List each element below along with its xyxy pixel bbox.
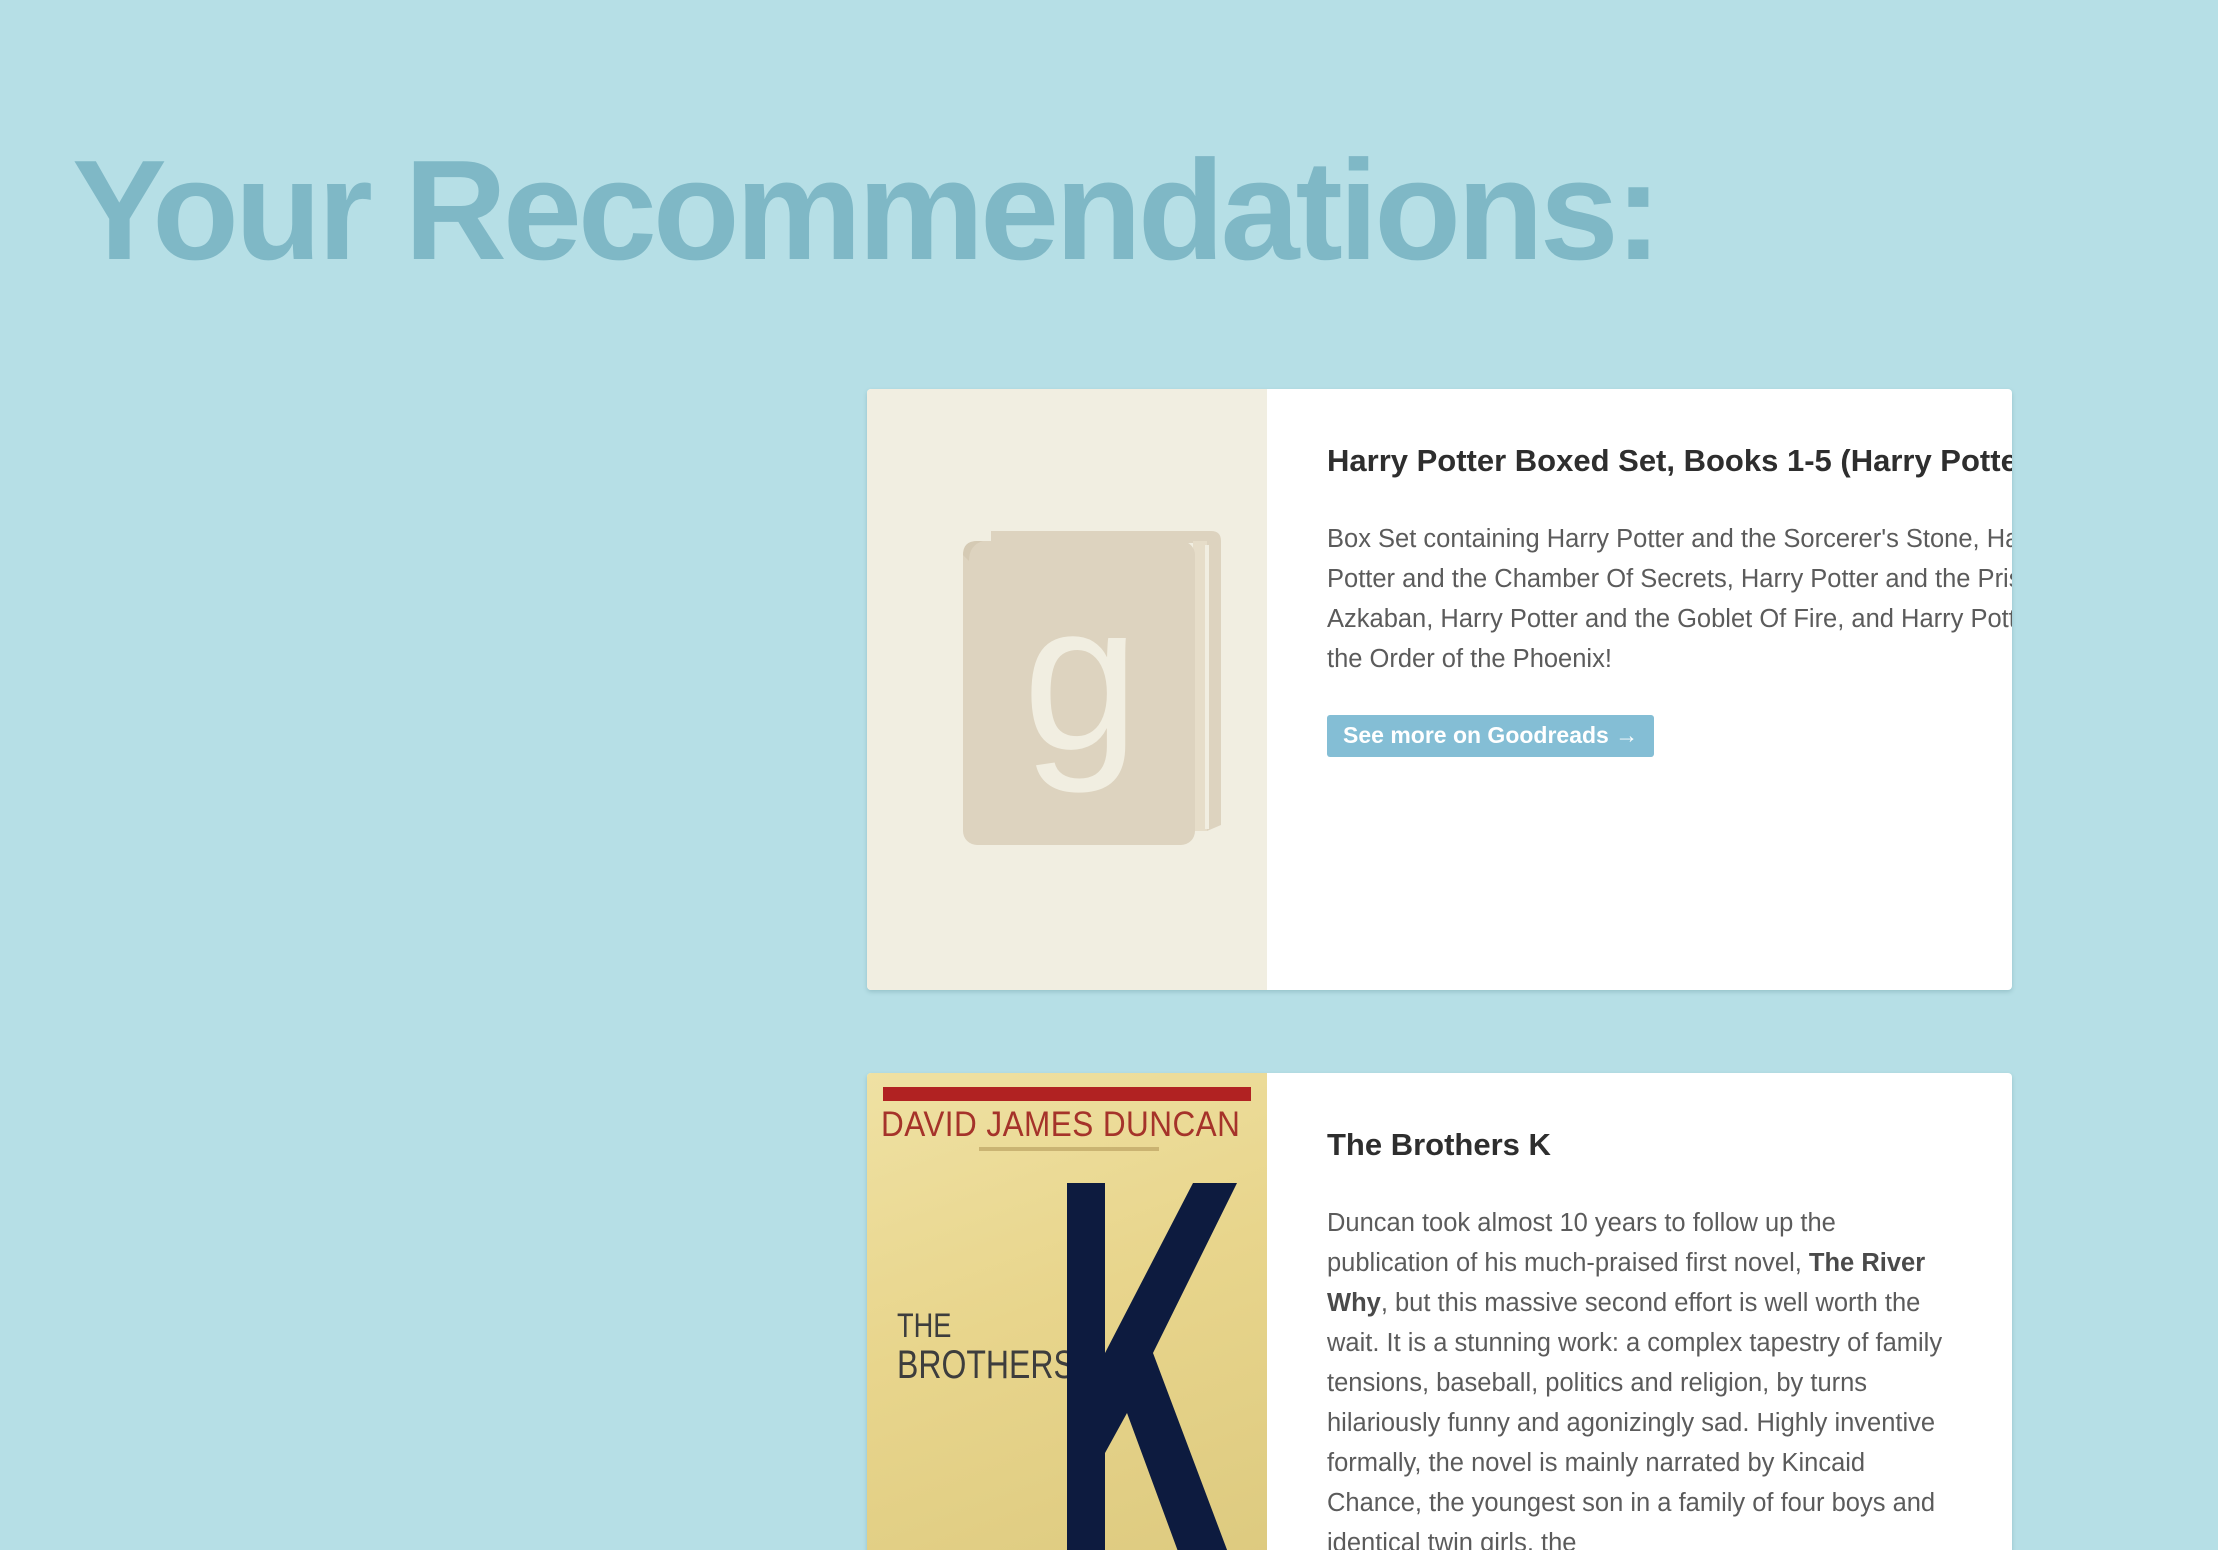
book-cover-image[interactable]: DAVID JAMES DUNCAN THE BROTHERS bbox=[867, 1073, 1267, 1550]
book-title[interactable]: Harry Potter Boxed Set, Books 1-5 (Harry… bbox=[1327, 443, 2012, 479]
cover-author: DAVID JAMES DUNCAN bbox=[881, 1105, 1241, 1144]
cover-k-letter bbox=[1067, 1183, 1237, 1550]
book-info: Harry Potter Boxed Set, Books 1-5 (Harry… bbox=[1267, 389, 2012, 990]
goodreads-g-letter: g bbox=[1023, 559, 1140, 794]
book-info: The Brothers K Duncan took almost 10 yea… bbox=[1267, 1073, 2012, 1550]
recommendation-card: g Harry Potter Boxed Set, Books 1-5 (Har… bbox=[867, 389, 2012, 990]
cover-title-the: THE bbox=[897, 1307, 952, 1345]
description-text: Duncan took almost 10 years to follow up… bbox=[1327, 1209, 1836, 1277]
cover-top-band bbox=[883, 1087, 1251, 1101]
cover-tagline bbox=[979, 1147, 1159, 1151]
see-more-goodreads-button[interactable]: See more on Goodreads → bbox=[1327, 715, 1655, 757]
book-description: Duncan took almost 10 years to follow up… bbox=[1327, 1203, 1952, 1550]
page-title: Your Recommendations: bbox=[72, 131, 1662, 290]
cover-title-brothers: BROTHERS bbox=[897, 1343, 1075, 1387]
description-text: , but this massive second effort is well… bbox=[1327, 1289, 1943, 1550]
book-cover-placeholder[interactable]: g bbox=[867, 389, 1267, 990]
book-title[interactable]: The Brothers K bbox=[1327, 1127, 1952, 1163]
recommendation-card: DAVID JAMES DUNCAN THE BROTHERS The Brot… bbox=[867, 1073, 2012, 1550]
book-description: Box Set containing Harry Potter and the … bbox=[1327, 525, 2012, 673]
goodreads-book-icon: g bbox=[963, 531, 1221, 845]
